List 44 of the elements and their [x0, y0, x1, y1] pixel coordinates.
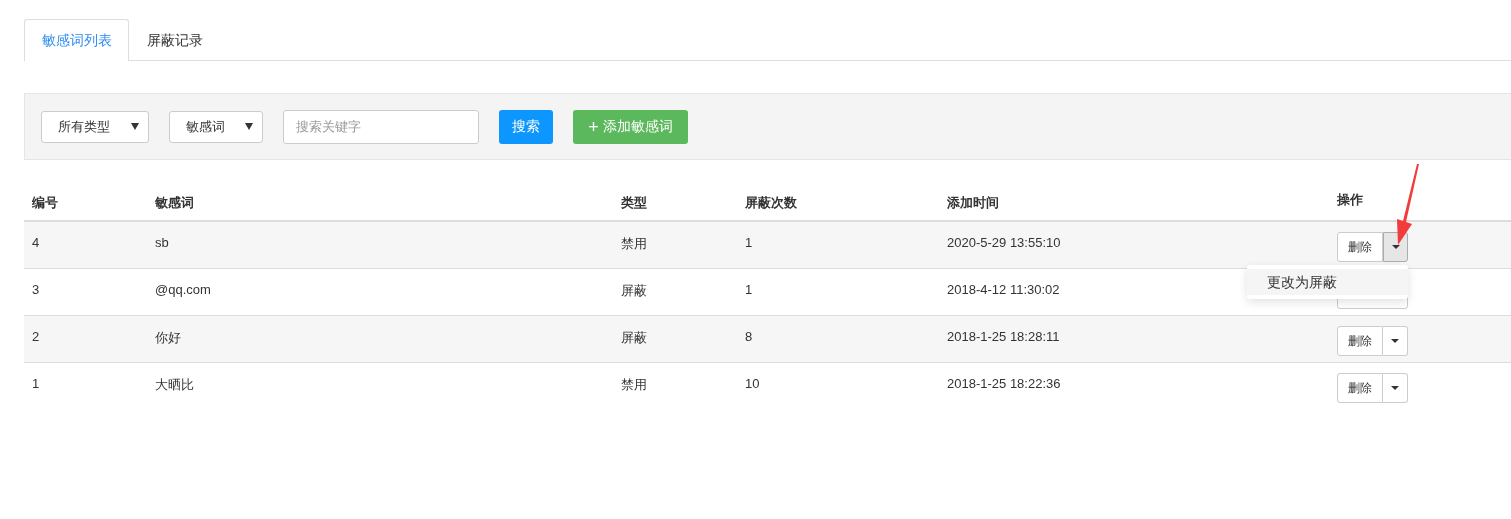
table-cell: 你好	[155, 330, 181, 345]
delete-button[interactable]: 删除	[1337, 232, 1383, 262]
table-cell: 8	[745, 329, 753, 344]
column-header: 类型	[620, 194, 648, 212]
table-cell: sb	[155, 235, 169, 250]
table-cell: 2020-5-29 13:55:10	[947, 235, 1061, 250]
pointer-arrow-icon	[1394, 164, 1420, 246]
table-cell: 禁用	[621, 236, 647, 251]
caret-icon	[131, 123, 139, 130]
dropdown-toggle[interactable]	[1383, 326, 1408, 356]
table-cell: 1	[32, 376, 40, 391]
table-cell: 1	[745, 235, 753, 250]
column-header: 添加时间	[946, 194, 1000, 212]
tab[interactable]: 屏蔽记录	[129, 19, 220, 60]
menu-item[interactable]: 更改为屏蔽	[1247, 269, 1408, 295]
table-cell: 大晒比	[155, 377, 194, 392]
type-select[interactable]: 所有类型	[41, 110, 149, 143]
table-cell: 10	[745, 376, 760, 391]
column-header: 操作	[1336, 191, 1364, 209]
caret-icon	[245, 123, 253, 130]
column-header: 敏感词	[154, 194, 195, 212]
table-cell: 屏蔽	[621, 283, 647, 298]
column-header: 编号	[31, 194, 59, 212]
table-cell: 2	[32, 329, 40, 344]
table-cell: 3	[32, 282, 40, 297]
table-cell: @qq.com	[155, 282, 211, 297]
table-cell: 4	[32, 235, 40, 250]
dropdown-toggle[interactable]	[1383, 373, 1408, 403]
dropdown-toggle[interactable]	[1383, 232, 1408, 262]
delete-button[interactable]: 删除	[1337, 373, 1383, 403]
caret-icon	[1391, 386, 1399, 390]
table-cell: 2018-1-25 18:22:36	[947, 376, 1061, 391]
tab[interactable]: 敏感词列表	[24, 19, 129, 61]
table-cell: 禁用	[621, 377, 647, 392]
field-select[interactable]: 敏感词	[169, 110, 263, 143]
column-header: 屏蔽次数	[744, 194, 798, 212]
caret-icon	[1391, 339, 1399, 343]
table-cell: 2018-4-12 11:30:02	[947, 282, 1060, 297]
search-field[interactable]: 搜索关键字	[283, 109, 479, 144]
delete-button[interactable]: 删除	[1337, 326, 1383, 356]
table-cell: 屏蔽	[621, 330, 647, 345]
table-cell: 2018-1-25 18:28:11	[947, 329, 1060, 344]
caret-icon	[1391, 245, 1400, 249]
table-cell: 1	[745, 282, 753, 297]
